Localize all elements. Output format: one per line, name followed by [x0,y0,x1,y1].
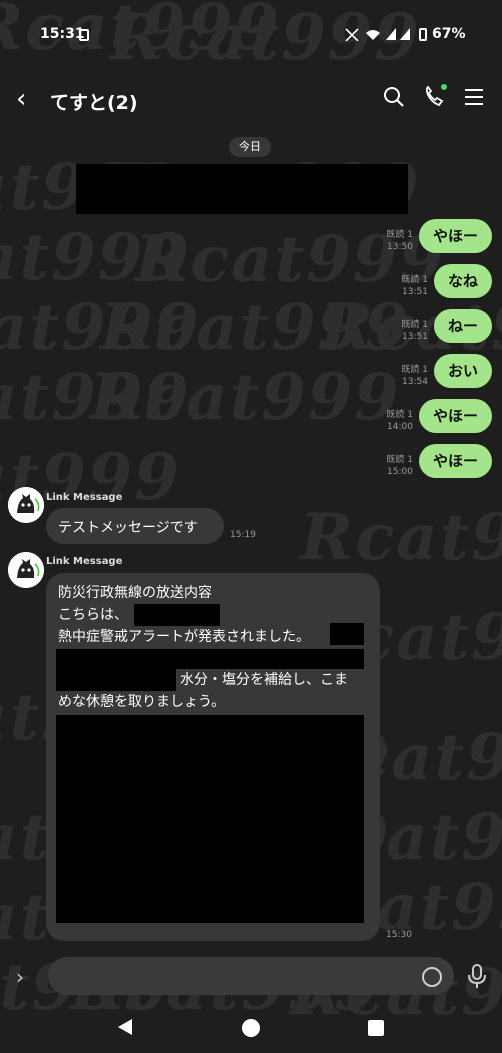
signal-icons [344,27,414,44]
back-arrow-icon[interactable]: ‹ [16,84,26,114]
sim-icon [79,29,89,41]
read-receipt: 既読 1 [386,455,413,465]
watermark-text: Rcat999 [0,220,191,295]
watermark-text: Rcat999 [300,500,502,575]
microphone-icon[interactable] [466,963,488,989]
read-receipt: 既読 1 [401,365,428,375]
message-time: 15:30 [386,930,412,940]
sent-bubble[interactable]: おい [433,354,492,388]
sent-message[interactable]: 既読 1 13:50 やほー [386,219,492,253]
message-time: 13:51 [402,332,428,342]
redacted-area [56,669,176,691]
message-time: 13:50 [387,242,413,252]
battery-percent: 67% [432,26,466,42]
cat-avatar-icon [8,552,44,588]
message-meta: 既読 1 13:51 [401,319,428,343]
message-line: めな休憩を取りましょう。 [58,694,226,710]
read-receipt: 既読 1 [401,275,428,285]
message-meta: 既読 1 14:00 [386,409,413,433]
message-time: 13:54 [402,377,428,387]
emoji-icon[interactable] [422,967,442,987]
sent-message[interactable]: 既読 1 13:51 なね [401,264,492,298]
search-icon[interactable] [381,84,407,110]
avatar[interactable] [8,487,44,523]
message-time: 15:19 [230,530,256,540]
chat-header: ‹ てすと(2) [0,76,502,122]
read-receipt: 既読 1 [386,410,413,420]
sender-name: Link Message [46,492,123,503]
message-meta: 既読 1 13:54 [401,364,428,388]
sent-message[interactable]: 既読 1 14:00 やほー [386,399,492,433]
menu-icon[interactable] [461,84,487,110]
message-line: 水分・塩分を補給し、こま [180,672,348,688]
battery-icon [419,28,427,41]
navigation-bar [0,1003,502,1053]
sent-message[interactable]: 既読 1 13:51 ねー [401,309,492,343]
sent-message[interactable]: 既読 1 15:00 やほー [386,444,492,478]
watermark-text: Rcat999 [100,290,411,365]
nav-home-icon[interactable] [242,1019,260,1037]
cat-avatar-icon [8,487,44,523]
status-time: 15:31 [40,26,85,42]
redacted-area [56,649,364,669]
message-input[interactable] [48,957,454,995]
message-meta: 既読 1 13:51 [401,274,428,298]
message-line: こちらは、 [58,607,128,623]
read-receipt: 既読 1 [401,320,428,330]
message-input-bar: › [0,955,502,999]
redacted-area [134,604,220,626]
redacted-area [330,623,364,645]
date-separator: 今日 [229,137,271,157]
sent-bubble[interactable]: ねー [433,309,492,343]
read-receipt: 既読 1 [386,230,413,240]
sent-message[interactable]: 既読 1 13:54 おい [401,354,492,388]
sent-bubble[interactable]: やほー [418,444,492,478]
message-time: 15:00 [387,467,413,477]
chevron-right-icon[interactable]: › [16,965,24,989]
message-line: 熱中症警戒アラートが発表されました。 [58,629,310,645]
nav-recent-apps-icon[interactable] [368,1020,384,1036]
watermark-text: Rcat999 [90,360,401,435]
message-meta: 既読 1 13:50 [386,229,413,253]
redacted-area [56,715,364,923]
sent-bubble[interactable]: やほー [418,219,492,253]
watermark-text: Rcat999 [0,360,191,435]
received-bubble[interactable]: 防災行政無線の放送内容 こちらは、 熱中症警戒アラートが発表されました。 水分・… [46,573,380,941]
message-time: 13:51 [402,287,428,297]
watermark-text: Rcat999 [0,290,201,365]
sent-bubble[interactable]: やほー [418,399,492,433]
sender-name: Link Message [46,556,123,567]
chat-title: てすと(2) [50,92,138,114]
sent-bubble[interactable]: なね [433,264,492,298]
redacted-area [76,164,408,214]
received-bubble[interactable]: テストメッセージです [46,508,224,544]
avatar[interactable] [8,552,44,588]
message-line: 防災行政無線の放送内容 [58,585,212,601]
nav-back-icon[interactable] [116,1017,134,1037]
online-indicator [441,84,447,90]
message-time: 14:00 [387,422,413,432]
message-meta: 既読 1 15:00 [386,454,413,478]
status-bar: 15:31 67% [0,0,502,70]
